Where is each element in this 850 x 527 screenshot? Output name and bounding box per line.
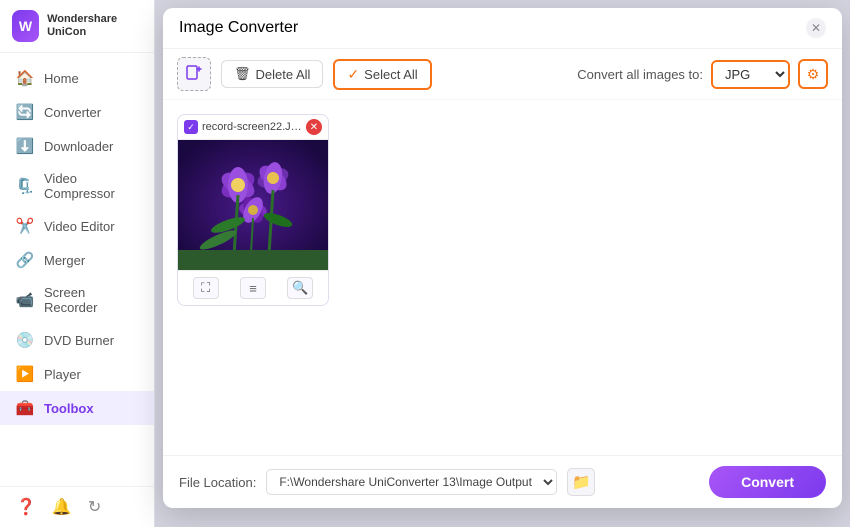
sidebar-item-merger[interactable]: 🔗 Merger: [0, 243, 154, 277]
image-converter-dialog: Image Converter ✕ 🗑 Delete All: [163, 8, 842, 508]
player-icon: ▶️: [16, 365, 34, 383]
sidebar-item-screen-recorder[interactable]: 📹 Screen Recorder: [0, 277, 154, 323]
file-location-select[interactable]: F:\Wondershare UniConverter 13\Image Out…: [266, 469, 557, 495]
dialog-content: ✓ record-screen22.JPG ✕: [163, 100, 842, 455]
select-all-label: Select All: [364, 67, 417, 82]
list-icon: ≡: [249, 281, 257, 296]
dialog-title: Image Converter: [179, 19, 298, 37]
dialog-overlay: Image Converter ✕ 🗑 Delete All: [155, 0, 850, 527]
check-icon: ✓: [347, 66, 359, 83]
merger-icon: 🔗: [16, 251, 34, 269]
card-remove-button[interactable]: ✕: [306, 119, 322, 135]
sidebar-item-label: DVD Burner: [44, 333, 114, 348]
sidebar-item-player[interactable]: ▶️ Player: [0, 357, 154, 391]
sidebar-footer: ❓ 🔔 ↻: [0, 486, 154, 527]
sidebar-item-label: Video Editor: [44, 219, 115, 234]
sidebar-item-downloader[interactable]: ⬇️ Downloader: [0, 129, 154, 163]
resize-icon: ⛶: [201, 280, 210, 296]
card-checkbox[interactable]: ✓: [184, 120, 198, 134]
logo-icon: W: [12, 10, 39, 42]
card-image: [178, 140, 328, 270]
help-icon[interactable]: ❓: [16, 497, 36, 517]
card-filename: record-screen22.JPG: [202, 121, 302, 133]
sidebar-item-label: Merger: [44, 253, 85, 268]
sidebar-item-label: Toolbox: [44, 401, 94, 416]
sidebar-item-dvd-burner[interactable]: 💿 DVD Burner: [0, 323, 154, 357]
sidebar-item-toolbox[interactable]: 🧰 Toolbox: [0, 391, 154, 425]
card-image-svg: [178, 140, 328, 270]
home-icon: 🏠: [16, 69, 34, 87]
notification-icon[interactable]: 🔔: [52, 497, 72, 517]
convert-all-label: Convert all images to:: [577, 67, 703, 82]
video-editor-icon: ✂️: [16, 217, 34, 235]
convert-button[interactable]: Convert: [709, 466, 826, 498]
video-compressor-icon: 🗜️: [16, 177, 34, 195]
file-location-label: File Location:: [179, 475, 256, 490]
downloader-icon: ⬇️: [16, 137, 34, 155]
sidebar-item-label: Video Compressor: [44, 171, 138, 201]
delete-all-button[interactable]: 🗑 Delete All: [221, 60, 323, 88]
delete-all-label: Delete All: [256, 67, 311, 82]
sidebar-item-converter[interactable]: 🔄 Converter: [0, 95, 154, 129]
sidebar-item-label: Player: [44, 367, 81, 382]
sidebar-item-video-editor[interactable]: ✂️ Video Editor: [0, 209, 154, 243]
main-area: Image Converter ✕ 🗑 Delete All: [155, 0, 850, 527]
refresh-icon[interactable]: ↻: [88, 497, 101, 517]
card-resize-button[interactable]: ⛶: [193, 277, 219, 299]
folder-icon: 📁: [572, 473, 591, 491]
zoom-icon: 🔍: [292, 280, 308, 296]
image-card-header: ✓ record-screen22.JPG ✕: [178, 115, 328, 140]
image-card: ✓ record-screen22.JPG ✕: [177, 114, 329, 306]
dialog-title-bar: Image Converter ✕: [163, 8, 842, 49]
card-footer: ⛶ ≡ 🔍: [178, 270, 328, 305]
sidebar-item-label: Converter: [44, 105, 101, 120]
add-file-icon: [184, 64, 204, 84]
format-select-wrap: JPG PNG BMP GIF WEBP: [711, 60, 790, 89]
sidebar-item-label: Downloader: [44, 139, 113, 154]
add-files-button[interactable]: [177, 57, 211, 91]
select-all-button[interactable]: ✓ Select All: [333, 59, 431, 90]
format-settings-button[interactable]: ⚙: [798, 59, 828, 89]
toolbox-icon: 🧰: [16, 399, 34, 417]
settings-icon: ⚙: [807, 66, 820, 83]
sidebar-item-home[interactable]: 🏠 Home: [0, 61, 154, 95]
sidebar-nav: 🏠 Home 🔄 Converter ⬇️ Downloader 🗜️ Vide…: [0, 53, 154, 486]
dvd-burner-icon: 💿: [16, 331, 34, 349]
card-zoom-button[interactable]: 🔍: [287, 277, 313, 299]
dialog-close-button[interactable]: ✕: [806, 18, 826, 38]
sidebar: W Wondershare UniCon 🏠 Home 🔄 Converter …: [0, 0, 155, 527]
card-list-button[interactable]: ≡: [240, 277, 266, 299]
app-logo: W Wondershare UniCon: [0, 0, 154, 53]
trash-icon: 🗑: [234, 66, 251, 82]
toolbar-right: Convert all images to: JPG PNG BMP GIF W…: [577, 59, 828, 89]
toolbar: 🗑 Delete All ✓ Select All Convert all im…: [163, 49, 842, 100]
sidebar-item-video-compressor[interactable]: 🗜️ Video Compressor: [0, 163, 154, 209]
screen-recorder-icon: 📹: [16, 291, 34, 309]
converter-icon: 🔄: [16, 103, 34, 121]
logo-text: Wondershare UniCon: [47, 13, 142, 39]
sidebar-item-label: Screen Recorder: [44, 285, 138, 315]
sidebar-item-label: Home: [44, 71, 79, 86]
browse-folder-button[interactable]: 📁: [567, 468, 595, 496]
format-select[interactable]: JPG PNG BMP GIF WEBP: [713, 62, 788, 87]
dialog-bottom: File Location: F:\Wondershare UniConvert…: [163, 455, 842, 508]
